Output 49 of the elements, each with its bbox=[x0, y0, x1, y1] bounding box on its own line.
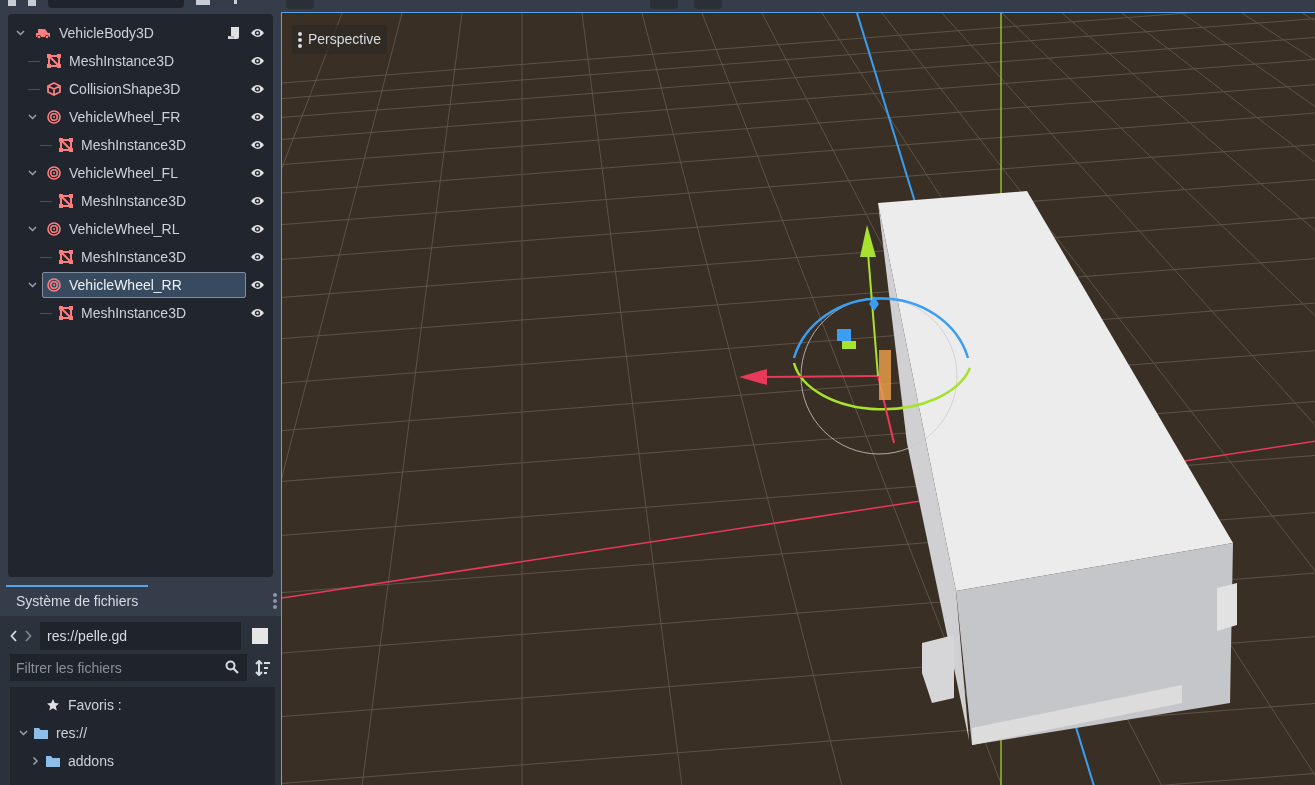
search-icon bbox=[225, 660, 239, 674]
mesh-icon bbox=[59, 250, 73, 264]
wheel-icon bbox=[47, 166, 61, 180]
visibility-eye-icon[interactable] bbox=[250, 307, 265, 319]
folder-item[interactable]: addons bbox=[46, 750, 114, 772]
wheel-icon bbox=[47, 278, 61, 292]
visibility-eye-icon[interactable] bbox=[250, 223, 265, 235]
perspective-menu-button[interactable]: Perspective bbox=[292, 25, 388, 54]
visibility-eye-icon[interactable] bbox=[250, 83, 265, 95]
viewport-3d[interactable] bbox=[282, 13, 1315, 785]
wheel-icon bbox=[47, 110, 61, 124]
visibility-eye-icon[interactable] bbox=[250, 139, 265, 151]
scene-node-item[interactable]: VehicleWheel_RR bbox=[42, 272, 246, 298]
script-icon[interactable] bbox=[227, 26, 240, 40]
scene-node-item[interactable]: VehicleWheel_FL bbox=[42, 160, 246, 186]
mesh-icon bbox=[59, 138, 73, 152]
folder-icon bbox=[34, 727, 48, 739]
scene-node-item[interactable]: VehicleBody3D bbox=[30, 20, 223, 46]
visibility-eye-icon[interactable] bbox=[250, 167, 265, 179]
path-field[interactable]: res://pelle.gd bbox=[40, 622, 241, 650]
forward-icon[interactable] bbox=[25, 630, 32, 642]
visibility-eye-icon[interactable] bbox=[250, 27, 265, 39]
sort-icon[interactable] bbox=[255, 659, 271, 676]
favorites-item[interactable]: Favoris : bbox=[46, 694, 122, 716]
scene-node-item[interactable]: MeshInstance3D bbox=[42, 48, 246, 74]
folder-item[interactable]: res:// bbox=[34, 722, 88, 744]
scene-node-item[interactable]: VehicleWheel_FR bbox=[42, 104, 246, 130]
visibility-eye-icon[interactable] bbox=[250, 195, 265, 207]
filter-field[interactable] bbox=[48, 0, 184, 8]
wheel-icon bbox=[47, 222, 61, 236]
car-icon bbox=[35, 27, 51, 39]
scene-node-item[interactable]: MeshInstance3D bbox=[54, 188, 246, 214]
scene-node-item[interactable]: MeshInstance3D bbox=[54, 300, 246, 326]
scene-node-item[interactable]: MeshInstance3D bbox=[54, 132, 246, 158]
folder-icon bbox=[46, 755, 60, 767]
visibility-eye-icon[interactable] bbox=[250, 55, 265, 67]
back-icon[interactable] bbox=[10, 630, 17, 642]
filter-files-field[interactable]: Filtrer les fichiers bbox=[10, 654, 247, 681]
visibility-eye-icon[interactable] bbox=[250, 111, 265, 123]
mesh-icon bbox=[47, 54, 61, 68]
scene-node-item[interactable]: CollisionShape3D bbox=[42, 76, 246, 102]
visibility-eye-icon[interactable] bbox=[250, 251, 265, 263]
visibility-eye-icon[interactable] bbox=[250, 279, 265, 291]
scene-node-item[interactable]: VehicleWheel_RL bbox=[42, 216, 246, 242]
cube-icon bbox=[47, 82, 61, 96]
star-icon bbox=[46, 698, 60, 712]
scene-node-item[interactable]: MeshInstance3D bbox=[54, 244, 246, 270]
mesh-icon bbox=[59, 194, 73, 208]
mesh-icon bbox=[59, 306, 73, 320]
